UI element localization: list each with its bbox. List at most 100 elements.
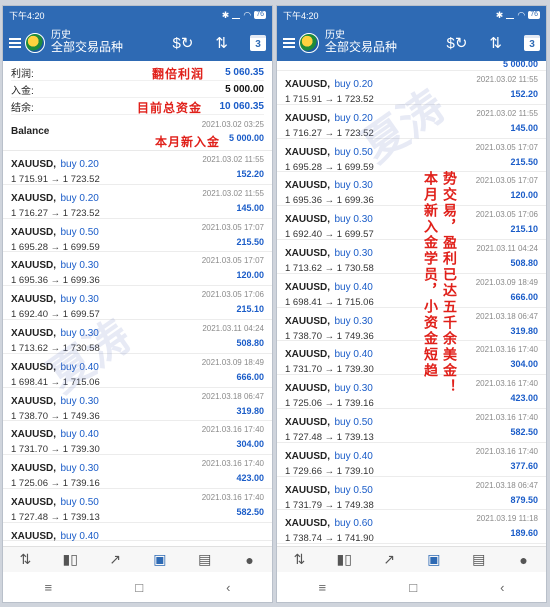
arrow-right-icon: → (50, 478, 61, 490)
annotation-balance: 目前总资金 (136, 101, 202, 115)
trade-date: 2021.03.16 17:40 (201, 459, 264, 469)
table-row[interactable]: XAUUSD, buy 0.30 1 692.40 → 1 699.57 2021.… (3, 286, 272, 320)
trade-prices: 1 731.70 → 1 739.30 (11, 444, 264, 455)
history-icon[interactable]: ▣ (423, 551, 445, 568)
news-icon[interactable]: ▤ (468, 551, 490, 568)
home-button[interactable]: □ (135, 580, 143, 595)
table-row[interactable]: XAUUSD, buy 0.20 1 716.27 → 1 723.52 2021.… (277, 105, 546, 139)
trade-close-price: 1 739.30 (336, 364, 374, 376)
trade-prices: 1 727.48 → 1 739.13 (285, 432, 538, 443)
sort-icon[interactable]: ⇅ (215, 34, 228, 52)
calendar-icon[interactable]: 3 (524, 34, 540, 51)
trade-prices: 1 695.28 → 1 699.59 (285, 162, 538, 173)
table-row[interactable]: XAUUSD, buy 0.20 1 716.27 → 1 723.52 2021.… (3, 185, 272, 219)
quotes-icon[interactable]: ⇅ (288, 551, 310, 568)
table-row[interactable]: XAUUSD, buy 0.30 1 738.70 → 1 749.36 2021.… (3, 388, 272, 422)
trade-profit: 508.80 (236, 337, 264, 348)
trade-side: buy 0.30 (60, 327, 99, 339)
trade-open-price: 1 692.40 (285, 229, 322, 241)
table-row[interactable]: XAUUSD, buy 0.50 1 695.28 → 1 699.59 2021.… (277, 139, 546, 173)
trade-date: 2021.03.09 18:49 (475, 277, 538, 287)
arrow-right-icon: → (324, 94, 335, 105)
table-row[interactable]: XAUUSD, buy 0.50 1 695.28 → 1 699.59 2021.… (3, 219, 272, 253)
calendar-icon[interactable]: 3 (250, 34, 266, 51)
signal-icon (506, 12, 515, 19)
table-row[interactable]: XAUUSD, buy 0.40 1 731.70 → 1 739.30 2021.… (3, 421, 272, 455)
table-row[interactable]: XAUUSD, buy 0.40 1 729.66 → 1 739.10 2021.… (277, 443, 546, 477)
table-row[interactable]: XAUUSD, buy 0.20 1 715.91 → 1 723.52 2021.… (3, 151, 272, 185)
trade-close-price: 1 723.52 (336, 127, 374, 139)
status-time: 下午4:20 (283, 10, 319, 21)
arrow-right-icon: → (324, 499, 335, 511)
news-icon[interactable]: ▤ (194, 551, 216, 568)
trade-prices: 1 695.28 → 1 699.59 (11, 242, 264, 253)
trade-icon[interactable]: ↗ (104, 551, 126, 568)
quotes-icon[interactable]: ⇅ (14, 551, 36, 568)
table-row[interactable]: XAUUSD, buy 0.20 1 715.91 → 1 723.52 2021.… (277, 71, 546, 105)
trade-profit: 377.60 (510, 460, 538, 471)
table-row[interactable]: XAUUSD, buy 0.30 1 695.36 → 1 699.36 2021.… (3, 252, 272, 286)
trade-list-right: XAUUSD, buy 0.20 1 715.91 → 1 723.52 2021.… (277, 71, 546, 544)
table-row[interactable]: XAUUSD, buy 0.30 1 738.70 → 1 749.36 2021.… (277, 308, 546, 342)
table-row[interactable]: XAUUSD, buy 0.50 1 731.79 → 1 749.38 2021.… (277, 477, 546, 511)
trade-profit: 879.50 (510, 494, 538, 505)
home-button[interactable]: □ (409, 580, 417, 595)
balance-row[interactable]: Balance 2021.03.02 03:25 5 000.00 本月新入金 (3, 115, 272, 151)
table-row[interactable]: XAUUSD, buy 0.30 1 725.06 → 1 739.16 2021.… (277, 375, 546, 409)
trade-side: buy 0.30 (334, 383, 373, 395)
table-row[interactable]: XAUUSD, buy 0.40 1 698.41 → 1 715.06 2021.… (277, 274, 546, 308)
annotation-vertical-2: 势交易，盈利已达五千余美金！ (441, 171, 457, 395)
sort-icon[interactable]: ⇅ (489, 34, 502, 52)
back-button[interactable]: ‹ (226, 580, 230, 595)
trade-side: buy 0.20 (334, 112, 373, 124)
currency-filter-icon[interactable]: $↻ (447, 34, 468, 52)
arrow-right-icon: → (324, 262, 335, 274)
arrow-right-icon: → (50, 444, 61, 456)
chart-icon[interactable]: ▮▯ (333, 551, 355, 568)
trade-side: buy 0.50 (334, 146, 373, 158)
table-row[interactable]: XAUUSD, buy 0.30 1 725.06 → 1 739.16 2021.… (3, 455, 272, 489)
history-list[interactable]: 5 000.00 XAUUSD, buy 0.20 1 715.91 → 1 72… (277, 61, 546, 546)
chat-icon[interactable]: ● (239, 552, 261, 568)
menu-icon[interactable] (283, 37, 295, 48)
trade-prices: 1 725.06 → 1 739.16 (11, 478, 264, 489)
trade-side: buy 0.50 (334, 416, 373, 428)
trade-close-price: 1 723.52 (62, 207, 100, 219)
status-time: 下午4:20 (9, 10, 45, 21)
menu-icon[interactable] (9, 37, 21, 48)
trade-close-price: 1 723.52 (62, 174, 100, 185)
system-nav: ≡ □ ‹ (3, 572, 272, 602)
table-row[interactable]: XAUUSD, buy 0.40 1 731.70 → 1 739.30 2021.… (277, 341, 546, 375)
trade-prices: 1 715.91 → 1 723.52 (285, 94, 538, 105)
trade-profit: 666.00 (510, 291, 538, 302)
recents-button[interactable]: ≡ (319, 580, 327, 595)
table-row[interactable]: XAUUSD, buy 0.50 1 727.48 → 1 739.13 2021.… (277, 409, 546, 443)
table-row[interactable]: XAUUSD, buy 0.30 1 695.36 → 1 699.36 2021.… (277, 172, 546, 206)
table-row[interactable]: XAUUSD, buy 0.30 1 713.62 → 1 730.58 2021.… (3, 320, 272, 354)
trade-close-price: 1 699.36 (62, 275, 100, 287)
trade-list-left: XAUUSD, buy 0.20 1 715.91 → 1 723.52 2021.… (3, 151, 272, 523)
arrow-right-icon: → (324, 364, 335, 376)
recents-button[interactable]: ≡ (45, 580, 53, 595)
table-row[interactable]: XAUUSD, buy 0.50 1 727.48 → 1 739.13 2021.… (3, 489, 272, 523)
table-row[interactable]: XAUUSD, buy 0.60 1 738.74 → 1 741.90 2021.… (277, 510, 546, 544)
table-row[interactable]: XAUUSD, buy 0.40 (3, 523, 272, 542)
currency-filter-icon[interactable]: $↻ (173, 34, 194, 52)
chart-icon[interactable]: ▮▯ (59, 551, 81, 568)
truncated-row: 5 000.00 (277, 61, 546, 71)
battery-icon: 76 (254, 11, 266, 19)
trade-icon[interactable]: ↗ (378, 551, 400, 568)
trade-side: buy 0.40 (60, 361, 99, 373)
back-button[interactable]: ‹ (500, 580, 504, 595)
history-icon[interactable]: ▣ (149, 551, 171, 568)
history-list[interactable]: 利润: 5 060.35 翻倍利润 入金: 5 000.00 结余: 10 06… (3, 61, 272, 546)
trade-date: 2021.03.16 17:40 (201, 492, 264, 502)
trade-profit: 120.00 (510, 190, 538, 201)
chat-icon[interactable]: ● (513, 552, 535, 568)
table-row[interactable]: XAUUSD, buy 0.30 1 713.62 → 1 730.58 2021.… (277, 240, 546, 274)
trade-date: 2021.03.05 17:07 (201, 256, 264, 266)
table-row[interactable]: XAUUSD, buy 0.40 1 698.41 → 1 715.06 2021.… (3, 354, 272, 388)
arrow-right-icon: → (324, 398, 335, 410)
table-row[interactable]: XAUUSD, buy 0.30 1 692.40 → 1 699.57 2021.… (277, 206, 546, 240)
trade-side: buy 0.60 (334, 518, 373, 530)
